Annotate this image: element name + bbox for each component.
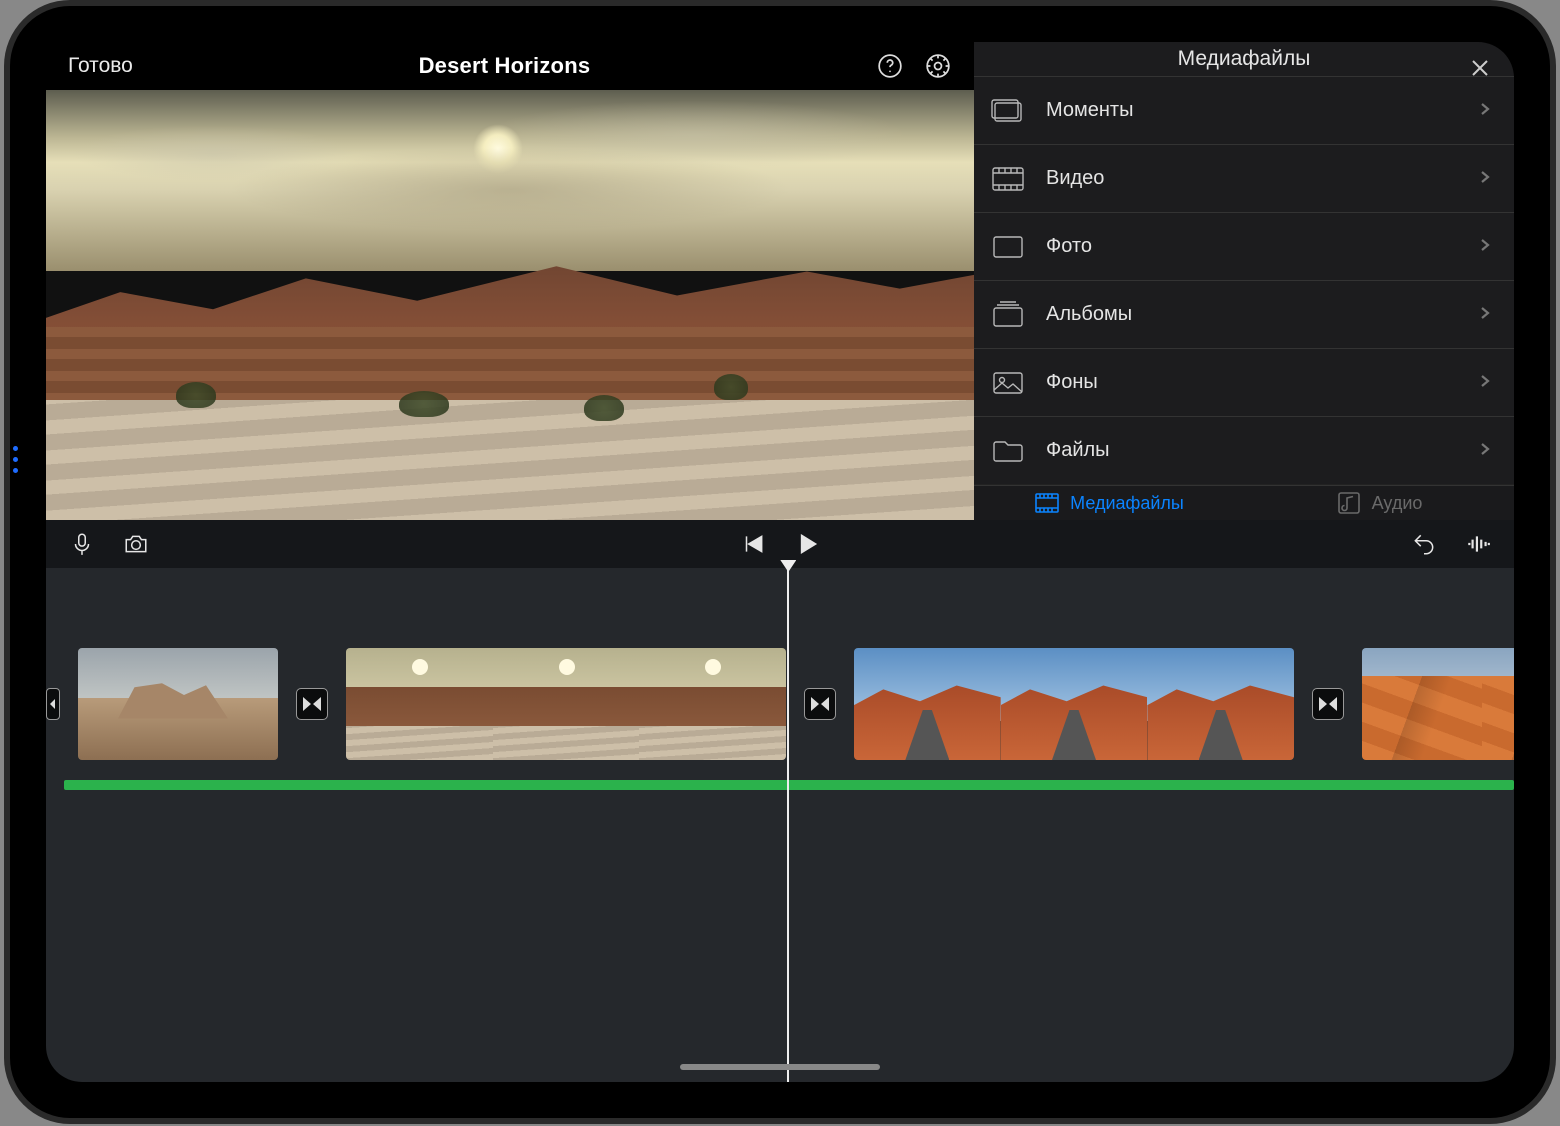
media-row-label: Моменты bbox=[1046, 99, 1133, 122]
media-row-label: Фоны bbox=[1046, 371, 1098, 394]
waveform-icon[interactable] bbox=[1464, 530, 1492, 558]
timeline-edge-left[interactable] bbox=[46, 688, 60, 720]
close-icon[interactable] bbox=[1468, 56, 1492, 86]
clip-1[interactable] bbox=[78, 648, 278, 760]
filmstrip-icon bbox=[1034, 490, 1060, 516]
backgrounds-icon bbox=[988, 363, 1028, 403]
preview-header: Готово Desert Horizons bbox=[46, 42, 974, 90]
tab-media-label: Медиафайлы bbox=[1070, 493, 1184, 514]
timeline[interactable] bbox=[46, 568, 1514, 1082]
music-note-icon bbox=[1336, 490, 1362, 516]
camera-icon[interactable] bbox=[122, 530, 150, 558]
media-panel-title: Медиафайлы bbox=[1178, 47, 1311, 71]
preview-pane: Готово Desert Horizons bbox=[46, 42, 974, 520]
top-section: Готово Desert Horizons bbox=[46, 42, 1514, 520]
media-panel-header: Медиафайлы bbox=[974, 42, 1514, 77]
media-category-list: Моменты Видео Фото А bbox=[974, 77, 1514, 485]
media-row-video[interactable]: Видео bbox=[974, 145, 1514, 213]
chevron-right-icon bbox=[1478, 303, 1492, 326]
screen: Готово Desert Horizons bbox=[46, 42, 1514, 1082]
media-row-label: Альбомы bbox=[1046, 303, 1132, 326]
folder-icon bbox=[988, 431, 1028, 471]
tab-audio-label: Аудио bbox=[1372, 493, 1423, 514]
tab-media[interactable]: Медиафайлы bbox=[974, 486, 1244, 520]
clip-3[interactable] bbox=[854, 648, 1294, 760]
skip-back-icon[interactable] bbox=[739, 530, 767, 558]
microphone-icon[interactable] bbox=[68, 530, 96, 558]
video-icon bbox=[988, 159, 1028, 199]
tab-audio[interactable]: Аудио bbox=[1244, 486, 1514, 520]
media-row-backgrounds[interactable]: Фоны bbox=[974, 349, 1514, 417]
media-row-label: Видео bbox=[1046, 167, 1104, 190]
chevron-right-icon bbox=[1478, 439, 1492, 462]
clip-2[interactable] bbox=[346, 648, 786, 760]
playback-toolbar bbox=[46, 520, 1514, 568]
media-row-files[interactable]: Файлы bbox=[974, 417, 1514, 485]
media-panel: Медиафайлы Моменты Видео bbox=[974, 42, 1514, 520]
multitasking-dots[interactable] bbox=[13, 446, 18, 473]
transition-2[interactable] bbox=[804, 688, 836, 720]
photo-icon bbox=[988, 227, 1028, 267]
media-row-photo[interactable]: Фото bbox=[974, 213, 1514, 281]
playhead[interactable] bbox=[787, 568, 789, 1082]
media-row-albums[interactable]: Альбомы bbox=[974, 281, 1514, 349]
done-button[interactable]: Готово bbox=[68, 54, 133, 78]
media-row-label: Фото bbox=[1046, 235, 1092, 258]
transition-3[interactable] bbox=[1312, 688, 1344, 720]
media-tabs: Медиафайлы Аудио bbox=[974, 485, 1514, 520]
chevron-right-icon bbox=[1478, 371, 1492, 394]
transition-1[interactable] bbox=[296, 688, 328, 720]
home-indicator[interactable] bbox=[680, 1064, 880, 1070]
undo-icon[interactable] bbox=[1410, 530, 1438, 558]
media-row-moments[interactable]: Моменты bbox=[974, 77, 1514, 145]
chevron-right-icon bbox=[1478, 99, 1492, 122]
moments-icon bbox=[988, 91, 1028, 131]
clips-row bbox=[46, 648, 1514, 760]
chevron-right-icon bbox=[1478, 167, 1492, 190]
project-title: Desert Horizons bbox=[133, 53, 876, 79]
play-icon[interactable] bbox=[793, 530, 821, 558]
ipad-frame: Готово Desert Horizons bbox=[10, 6, 1550, 1118]
clip-4[interactable] bbox=[1362, 648, 1514, 760]
settings-gear-icon[interactable] bbox=[924, 52, 952, 80]
chevron-right-icon bbox=[1478, 235, 1492, 258]
video-preview[interactable] bbox=[46, 90, 974, 520]
albums-icon bbox=[988, 295, 1028, 335]
media-row-label: Файлы bbox=[1046, 439, 1110, 462]
help-icon[interactable] bbox=[876, 52, 904, 80]
